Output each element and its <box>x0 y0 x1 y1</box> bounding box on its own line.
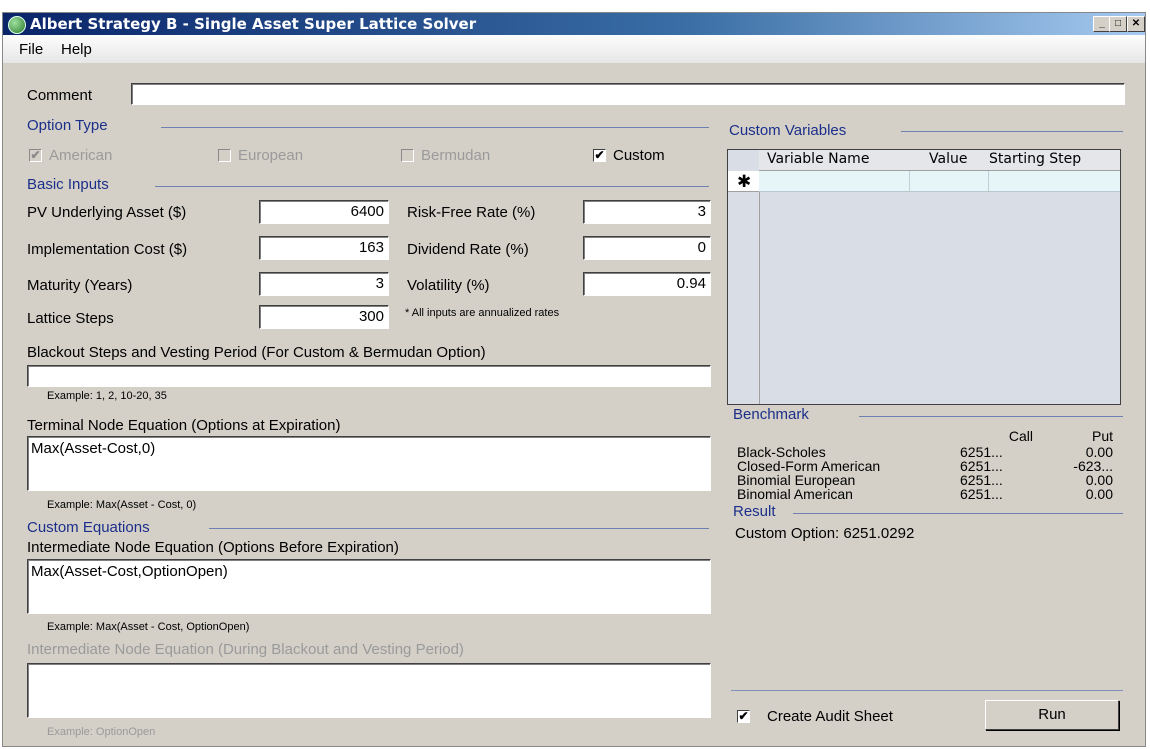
european-checkbox[interactable] <box>218 149 231 162</box>
call-header: Call <box>1008 428 1033 444</box>
window-title: Albert Strategy B - Single Asset Super L… <box>30 15 477 33</box>
result-group-label: Result <box>733 503 776 520</box>
lattice-steps-label: Lattice Steps <box>27 310 114 327</box>
custom-equations-group-label: Custom Equations <box>27 519 150 536</box>
column-value[interactable]: Value <box>929 151 967 167</box>
dividend-rate-input[interactable]: 0 <box>583 236 711 260</box>
maturity-input[interactable]: 3 <box>259 272 389 296</box>
intermediate-equation-label: Intermediate Node Equation (Options Befo… <box>27 539 399 556</box>
create-audit-sheet-label: Create Audit Sheet <box>767 708 893 725</box>
menu-help[interactable]: Help <box>61 41 92 58</box>
volatility-label: Volatility (%) <box>407 277 490 294</box>
benchmark-divider <box>859 416 1123 417</box>
comment-input[interactable] <box>131 83 1125 105</box>
intermediate-example: Example: Max(Asset - Cost, OptionOpen) <box>47 621 250 633</box>
annualized-note: * All inputs are annualized rates <box>405 307 560 319</box>
close-button[interactable]: ✕ <box>1127 16 1145 32</box>
american-label: American <box>49 147 113 164</box>
blackout-equation-example: Example: OptionOpen <box>47 726 156 738</box>
benchmark-row-name: Binomial American <box>737 486 853 502</box>
basic-inputs-divider <box>155 186 709 187</box>
terminal-example: Example: Max(Asset - Cost, 0) <box>47 499 197 511</box>
lattice-steps-input[interactable]: 300 <box>259 305 389 329</box>
intermediate-equation-input[interactable]: Max(Asset-Cost,OptionOpen) <box>27 559 711 614</box>
menu-bar: File Help <box>3 35 1145 63</box>
maximize-button[interactable]: □ <box>1109 16 1127 32</box>
pv-underlying-label: PV Underlying Asset ($) <box>27 204 187 221</box>
solver-window: Albert Strategy B - Single Asset Super L… <box>2 12 1146 747</box>
column-starting-step[interactable]: Starting Step <box>989 151 1081 167</box>
option-type-divider <box>161 127 709 128</box>
benchmark-row-put: 0.00 <box>1085 486 1113 502</box>
european-label: European <box>238 147 304 164</box>
custom-checkbox[interactable]: ✔ <box>593 149 606 162</box>
new-row-asterisk-icon: ✱ <box>737 172 752 191</box>
blackout-equation-input[interactable] <box>27 663 711 718</box>
menu-file[interactable]: File <box>19 41 43 58</box>
grid-column-separator <box>988 171 989 191</box>
custom-variables-divider <box>901 131 1123 132</box>
create-audit-sheet-checkbox[interactable]: ✔ <box>737 710 750 723</box>
grid-header-row: Variable Name Value Starting Step <box>759 150 1120 171</box>
benchmark-row-call: 6251... <box>960 486 1003 502</box>
put-header: Put <box>1091 428 1113 444</box>
blackout-steps-label: Blackout Steps and Vesting Period (For C… <box>27 344 486 361</box>
result-text: Custom Option: 6251.0292 <box>735 525 915 542</box>
grid-new-row[interactable] <box>759 171 1120 192</box>
run-button[interactable]: Run <box>985 700 1119 730</box>
option-type-group-label: Option Type <box>27 117 108 134</box>
custom-label: Custom <box>613 147 665 164</box>
implementation-cost-input[interactable]: 163 <box>259 236 389 260</box>
column-variable-name[interactable]: Variable Name <box>767 151 869 167</box>
comment-label: Comment <box>27 87 93 104</box>
risk-free-label: Risk-Free Rate (%) <box>407 204 536 221</box>
benchmark-group-label: Benchmark <box>733 406 809 423</box>
bottom-divider <box>731 690 1123 691</box>
custom-variables-grid[interactable]: Variable Name Value Starting Step ✱ <box>727 149 1121 405</box>
blackout-example: Example: 1, 2, 10-20, 35 <box>47 390 167 402</box>
american-checkbox[interactable]: ✔ <box>29 149 42 162</box>
blackout-steps-input[interactable] <box>27 365 711 387</box>
custom-variables-group-label: Custom Variables <box>729 122 847 139</box>
terminal-equation-input[interactable]: Max(Asset-Cost,0) <box>27 436 711 491</box>
bermudan-label: Bermudan <box>421 147 491 164</box>
maturity-label: Maturity (Years) <box>27 277 133 294</box>
implementation-cost-label: Implementation Cost ($) <box>27 241 188 258</box>
risk-free-input[interactable]: 3 <box>583 200 711 224</box>
blackout-equation-label: Intermediate Node Equation (During Black… <box>27 641 464 658</box>
custom-equations-divider <box>209 528 709 529</box>
dividend-rate-label: Dividend Rate (%) <box>407 241 529 258</box>
volatility-input[interactable]: 0.94 <box>583 272 711 296</box>
title-bar[interactable]: Albert Strategy B - Single Asset Super L… <box>3 13 1145 35</box>
basic-inputs-group-label: Basic Inputs <box>27 176 109 193</box>
grid-column-separator <box>909 171 910 191</box>
app-globe-icon <box>8 16 26 34</box>
bermudan-checkbox[interactable] <box>401 149 414 162</box>
pv-underlying-input[interactable]: 6400 <box>259 200 389 224</box>
result-divider <box>793 513 1123 514</box>
terminal-equation-label: Terminal Node Equation (Options at Expir… <box>27 417 341 434</box>
